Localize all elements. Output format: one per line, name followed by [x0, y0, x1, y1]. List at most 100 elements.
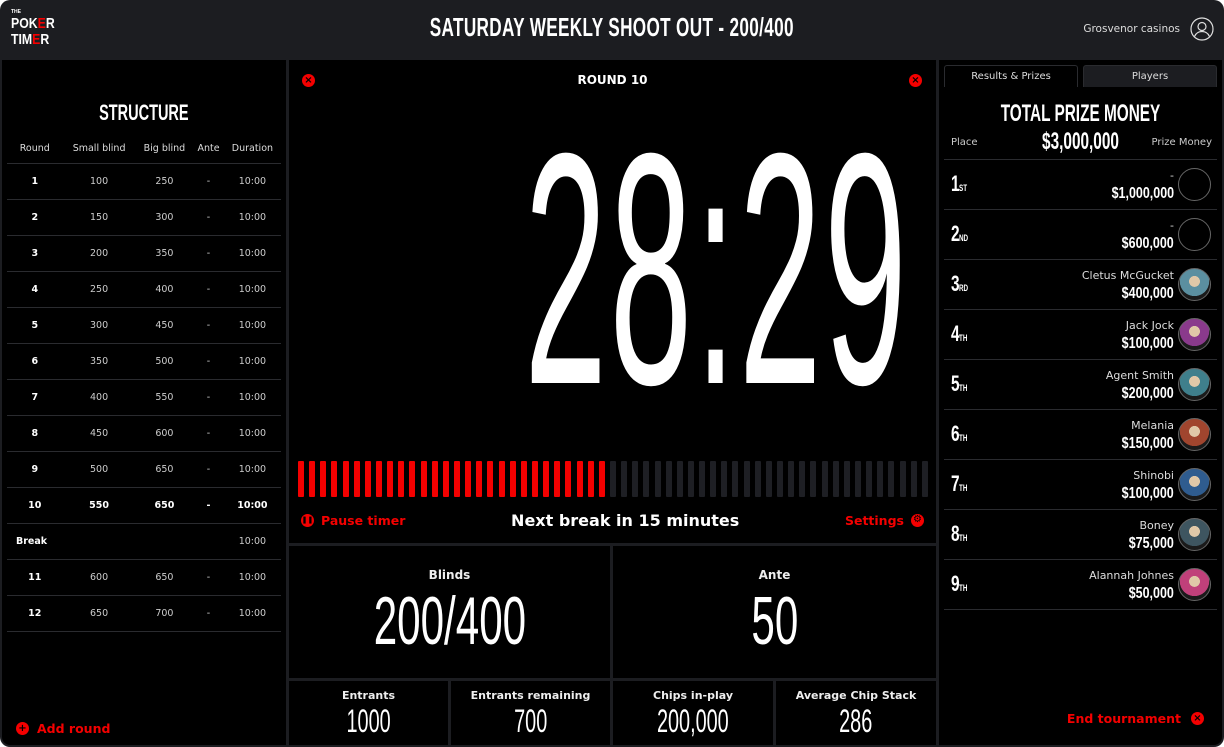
- player-avatar[interactable]: [1178, 568, 1211, 601]
- structure-row[interactable]: 12 650 700-10:00: [7, 595, 281, 632]
- player-avatar[interactable]: [1178, 318, 1211, 351]
- big-blind-cell: 650: [135, 451, 194, 488]
- structure-row[interactable]: 9 500 650-10:00: [7, 451, 281, 488]
- duration-cell: 10:00: [223, 451, 281, 488]
- duration-cell: 10:00: [223, 595, 281, 632]
- tab-players[interactable]: Players: [1083, 65, 1217, 87]
- blinds-label: Blinds: [428, 568, 471, 582]
- big-blind-cell: 600: [135, 415, 194, 452]
- add-round-button[interactable]: + Add round: [16, 721, 110, 736]
- place-label: 8TH: [951, 522, 975, 550]
- prize-row: 4TH Jack Jock $100,000: [944, 310, 1217, 360]
- timer-panel: × ROUND 10 × 28:29 ❚❚ Pause timer Next b…: [289, 60, 936, 543]
- structure-row[interactable]: 3 200 350-10:00: [7, 235, 281, 272]
- chips-in-play-label: Chips in-play: [653, 689, 733, 702]
- winner-info: Cletus McGucket $400,000: [1082, 269, 1174, 303]
- prize-amount: $1,000,000: [1111, 185, 1174, 202]
- big-blind-cell: 400: [135, 271, 194, 308]
- round-cell: 7: [7, 379, 63, 416]
- round-cell: Break: [7, 523, 63, 560]
- ante-cell: -: [193, 415, 224, 452]
- user-name: Grosvenor casinos: [1083, 23, 1180, 35]
- end-tournament-button[interactable]: End tournament ×: [1067, 711, 1204, 726]
- tab-results-prizes[interactable]: Results & Prizes: [944, 65, 1078, 87]
- progress-segment-remaining: [609, 461, 616, 497]
- prize-row: 1ST - $1,000,000: [944, 160, 1217, 210]
- ante-cell: [193, 523, 224, 560]
- ante-panel: Ante 50: [613, 546, 936, 678]
- progress-segment-remaining: [654, 461, 661, 497]
- progress-segment-elapsed: [453, 461, 460, 497]
- prize-list: 1ST - $1,000,000 2ND - $600,000 3RD Cletus McGu…: [944, 159, 1217, 610]
- progress-segment-remaining: [866, 461, 873, 497]
- structure-row[interactable]: 10 550 650-10:00: [7, 487, 281, 524]
- duration-cell: 10:00: [223, 271, 281, 308]
- settings-button[interactable]: Settings ⚙: [845, 513, 924, 528]
- ante-cell: -: [193, 199, 224, 236]
- structure-title-text: STRUCTURE: [99, 100, 189, 125]
- add-round-label: Add round: [37, 721, 111, 736]
- close-icon[interactable]: ×: [909, 74, 922, 87]
- ante-cell: -: [193, 163, 224, 200]
- winner-info: - $600,000: [1107, 219, 1174, 253]
- player-avatar[interactable]: [1178, 368, 1211, 401]
- pause-timer-button[interactable]: ❚❚ Pause timer: [301, 513, 405, 528]
- structure-row[interactable]: 6 350 500-10:00: [7, 343, 281, 380]
- structure-row[interactable]: 8 450 600-10:00: [7, 415, 281, 452]
- place-suffix: ND: [959, 233, 969, 243]
- structure-row[interactable]: Break 10:00: [7, 523, 281, 560]
- progress-segment-elapsed: [331, 461, 338, 497]
- progress-segment-remaining: [699, 461, 706, 497]
- prize-amount: $200,000: [1121, 385, 1174, 402]
- entrants-label: Entrants: [341, 689, 396, 702]
- poker-timer-app: THE POKER TIMER SATURDAY WEEKLY SHOOT OU…: [0, 0, 1224, 747]
- progress-segment-elapsed: [543, 461, 550, 497]
- player-avatar[interactable]: [1178, 268, 1211, 301]
- entrants-remaining-panel: Entrants remaining 700: [451, 681, 610, 745]
- structure-row[interactable]: 4 250 400-10:00: [7, 271, 281, 308]
- blinds-value: 200/400: [373, 583, 526, 659]
- ante-cell: -: [193, 379, 224, 416]
- structure-row[interactable]: 11 600 650-10:00: [7, 559, 281, 596]
- average-chip-stack-label: Average Chip Stack: [795, 689, 917, 702]
- average-chip-stack-value: 286: [839, 703, 873, 739]
- round-progress-bar: [298, 461, 928, 497]
- big-blind-cell: 650: [135, 487, 194, 524]
- user-circle-icon[interactable]: [1190, 17, 1214, 41]
- structure-row[interactable]: 7 400 550-10:00: [7, 379, 281, 416]
- progress-segment-elapsed: [409, 461, 416, 497]
- round-cell: 4: [7, 271, 63, 308]
- progress-segment-elapsed: [298, 461, 304, 497]
- progress-segment-remaining: [799, 461, 806, 497]
- player-avatar[interactable]: [1178, 418, 1211, 451]
- big-blind-cell: 450: [135, 307, 194, 344]
- player-avatar[interactable]: [1178, 468, 1211, 501]
- next-break-text: Next break in 15 minutes: [511, 510, 740, 530]
- structure-row[interactable]: 1 100 250-10:00: [7, 163, 281, 200]
- winner-name: Boney: [1139, 519, 1174, 532]
- player-avatar[interactable]: [1178, 518, 1211, 551]
- structure-row[interactable]: 2 150 300-10:00: [7, 199, 281, 236]
- small-blind-cell: 150: [62, 199, 136, 236]
- big-blind-cell: [135, 523, 194, 560]
- progress-segment-remaining: [877, 461, 884, 497]
- winner-name: -: [1170, 169, 1174, 182]
- progress-segment-elapsed: [531, 461, 538, 497]
- plus-circle-icon: +: [16, 722, 29, 735]
- user-menu[interactable]: Grosvenor casinos: [1083, 17, 1214, 41]
- progress-segment-elapsed: [554, 461, 561, 497]
- empty-avatar: [1178, 218, 1211, 251]
- small-blind-cell: 350: [62, 343, 136, 380]
- gear-icon: ⚙: [910, 513, 924, 527]
- progress-segment-remaining: [821, 461, 828, 497]
- place-label: 7TH: [951, 472, 975, 500]
- progress-segment-elapsed: [476, 461, 483, 497]
- place-suffix: TH: [959, 483, 968, 493]
- structure-row[interactable]: 5 300 450-10:00: [7, 307, 281, 344]
- place-label: 1ST: [951, 172, 975, 200]
- progress-segment-remaining: [910, 461, 917, 497]
- big-blind-cell: 350: [135, 235, 194, 272]
- ante-value: 50: [751, 583, 798, 659]
- round-cell: 11: [7, 559, 63, 596]
- progress-segment-elapsed: [576, 461, 583, 497]
